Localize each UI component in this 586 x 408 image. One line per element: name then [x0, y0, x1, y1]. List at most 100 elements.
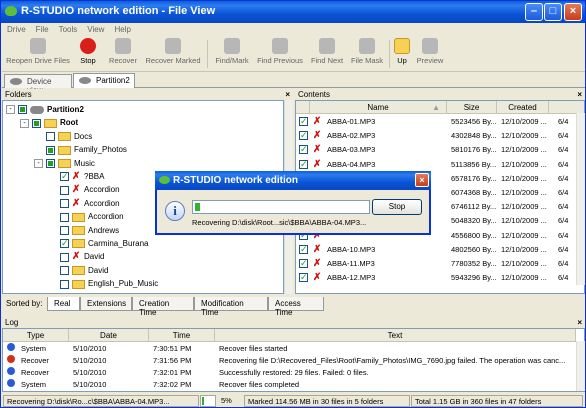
row-checkbox[interactable]	[299, 129, 308, 142]
tree-checkbox[interactable]	[60, 170, 69, 183]
sort-tab-access-time[interactable]: Access Time	[268, 297, 324, 317]
menu-help[interactable]: Help	[109, 23, 135, 36]
sort-tab-real[interactable]: Real	[47, 297, 80, 311]
expand-toggle-icon[interactable]: -	[6, 105, 15, 115]
recover-marked-button[interactable]: Recover Marked	[144, 38, 202, 70]
status-marked: Marked 114.56 MB in 30 files in 5 folder…	[244, 395, 410, 407]
file-mask-button[interactable]: File Mask	[349, 38, 385, 70]
tree-node[interactable]: - Partition2	[6, 103, 84, 116]
tree-node[interactable]: - Root	[20, 116, 78, 129]
log-column-time[interactable]: Time	[149, 329, 215, 342]
column-header-check[interactable]	[296, 101, 310, 114]
toolbar-separator	[389, 40, 390, 68]
menu-drive[interactable]: Drive	[2, 23, 31, 36]
expand-toggle-icon[interactable]: -	[34, 158, 43, 168]
log-scrollbar[interactable]	[576, 341, 585, 391]
minimize-button[interactable]: –	[525, 3, 543, 21]
menu-view[interactable]: View	[82, 23, 109, 36]
table-row[interactable]: ✗ ABBA-10.MP3 4802560 By... 12/10/2009 ... 6…	[296, 243, 578, 256]
tree-checkbox[interactable]	[60, 266, 69, 276]
find-mark-button[interactable]: Find/Mark	[212, 38, 252, 70]
sort-tab-extensions[interactable]: Extensions	[80, 297, 132, 311]
menu-file[interactable]: File	[31, 23, 54, 36]
tree-node[interactable]: Docs	[46, 130, 92, 143]
log-row[interactable]: Recover 5/10/2010 7:32:01 PM Successfully r…	[3, 367, 576, 379]
row-checkbox[interactable]	[299, 143, 308, 156]
row-checkbox[interactable]	[299, 115, 308, 128]
file-created: 12/10/2009 ...	[501, 244, 547, 254]
tab-partition2[interactable]: Partition2	[73, 73, 135, 88]
recover-button[interactable]: Recover	[106, 38, 140, 70]
row-checkbox[interactable]	[299, 257, 308, 270]
stop-button[interactable]: Stop	[75, 38, 101, 70]
stop-icon	[80, 38, 96, 54]
tree-node[interactable]: - Music	[34, 157, 95, 170]
tree-checkbox[interactable]	[60, 279, 69, 289]
tree-checkbox[interactable]	[18, 105, 27, 115]
tree-node[interactable]: Accordion	[60, 210, 124, 223]
row-checkbox[interactable]	[299, 271, 308, 284]
table-row[interactable]: ✗ ABBA-04.MP3 5113856 By... 12/10/2009 ... 6…	[296, 158, 578, 171]
tree-node[interactable]: Family_Photos	[46, 143, 127, 156]
tree-node[interactable]: Carmina_Burana	[60, 237, 148, 250]
table-row[interactable]: ✗ ABBA-02.MP3 4302848 By... 12/10/2009 ... 6…	[296, 129, 578, 142]
table-row[interactable]: ✗ ABBA-01.MP3 5523456 By... 12/10/2009 ... 6…	[296, 115, 578, 128]
table-row[interactable]: ✗ ABBA-03.MP3 5810176 By... 12/10/2009 ... 6…	[296, 143, 578, 156]
log-row[interactable]: System 5/10/2010 7:32:02 PM Recover files c…	[3, 379, 576, 391]
tree-checkbox[interactable]	[60, 252, 69, 262]
status-path: Recovering D:\disk\Ro...c\$BBA\ABBA-04.M…	[3, 395, 199, 407]
column-header-size[interactable]: Size	[447, 101, 497, 114]
tab-device-view[interactable]: Device view	[4, 74, 72, 95]
column-header-name[interactable]: Name ▲	[310, 101, 447, 114]
file-name: ABBA-02.MP3	[327, 131, 376, 141]
tree-checkbox[interactable]	[46, 158, 55, 168]
sort-tab-creation-time[interactable]: Creation Time	[132, 297, 194, 317]
tree-checkbox[interactable]	[46, 132, 55, 142]
tree-checkbox[interactable]	[60, 199, 69, 209]
tree-checkbox[interactable]	[60, 212, 69, 222]
sort-tab-modification-time[interactable]: Modification Time	[194, 297, 268, 317]
row-checkbox[interactable]	[299, 243, 308, 256]
preview-button[interactable]: Preview	[415, 38, 445, 70]
close-button[interactable]: ×	[564, 3, 582, 21]
log-row[interactable]: System 5/10/2010 7:30:51 PM Recover files s…	[3, 343, 576, 355]
table-row[interactable]: ✗ ABBA-11.MP3 7780352 By... 12/10/2009 ... 6…	[296, 257, 578, 270]
tree-node[interactable]: Andrews	[60, 224, 119, 237]
find-previous-button[interactable]: Find Previous	[255, 38, 305, 70]
log-column-type[interactable]: Type	[3, 329, 69, 342]
table-row[interactable]: ✗ ABBA-12.MP3 5943296 By... 12/10/2009 ... 6…	[296, 271, 578, 284]
title-bar[interactable]: R-STUDIO network edition - File View – □…	[1, 1, 585, 23]
tree-node-label: English_Pub_Music	[88, 279, 159, 289]
file-size: 4802560 By...	[451, 244, 497, 254]
close-icon[interactable]: ×	[285, 89, 290, 100]
log-column-date[interactable]: Date	[69, 329, 149, 342]
tree-node[interactable]: David	[60, 264, 108, 277]
row-checkbox[interactable]	[299, 158, 308, 171]
find-next-button[interactable]: Find Next	[308, 38, 346, 70]
tree-checkbox[interactable]	[60, 225, 69, 235]
tree-node[interactable]: English_Pub_Music	[60, 277, 158, 290]
tree-node[interactable]: ✗ Accordion	[60, 183, 120, 196]
tree-checkbox[interactable]	[46, 145, 55, 155]
tree-checkbox[interactable]	[32, 118, 41, 128]
tree-checkbox[interactable]	[60, 185, 69, 195]
log-row[interactable]: Recover 5/10/2010 7:31:56 PM Recovering fil…	[3, 355, 576, 367]
up-button[interactable]: Up	[393, 38, 411, 70]
dialog-stop-button[interactable]: Stop	[372, 199, 422, 215]
reopen-drive-files-button[interactable]: Reopen Drive Files	[5, 38, 71, 70]
dialog-title-bar[interactable]: R-STUDIO network edition ×	[155, 171, 431, 190]
dialog-close-button[interactable]: ×	[415, 173, 429, 187]
close-icon[interactable]: ×	[577, 317, 582, 328]
log-column-text[interactable]: Text	[215, 329, 576, 342]
tree-node[interactable]: ✗ Accordion	[60, 197, 120, 210]
contents-scrollbar[interactable]	[576, 113, 585, 285]
tree-checkbox[interactable]	[60, 237, 69, 250]
tree-node[interactable]: ✗ David	[60, 250, 104, 263]
column-header-created[interactable]: Created	[497, 101, 549, 114]
menu-tools[interactable]: Tools	[54, 23, 83, 36]
dialog-title: R-STUDIO network edition	[173, 175, 298, 186]
expand-toggle-icon[interactable]: -	[20, 118, 29, 128]
maximize-button[interactable]: □	[544, 3, 562, 21]
close-icon[interactable]: ×	[577, 89, 582, 100]
tree-node[interactable]: ✗?BBA	[60, 170, 104, 183]
